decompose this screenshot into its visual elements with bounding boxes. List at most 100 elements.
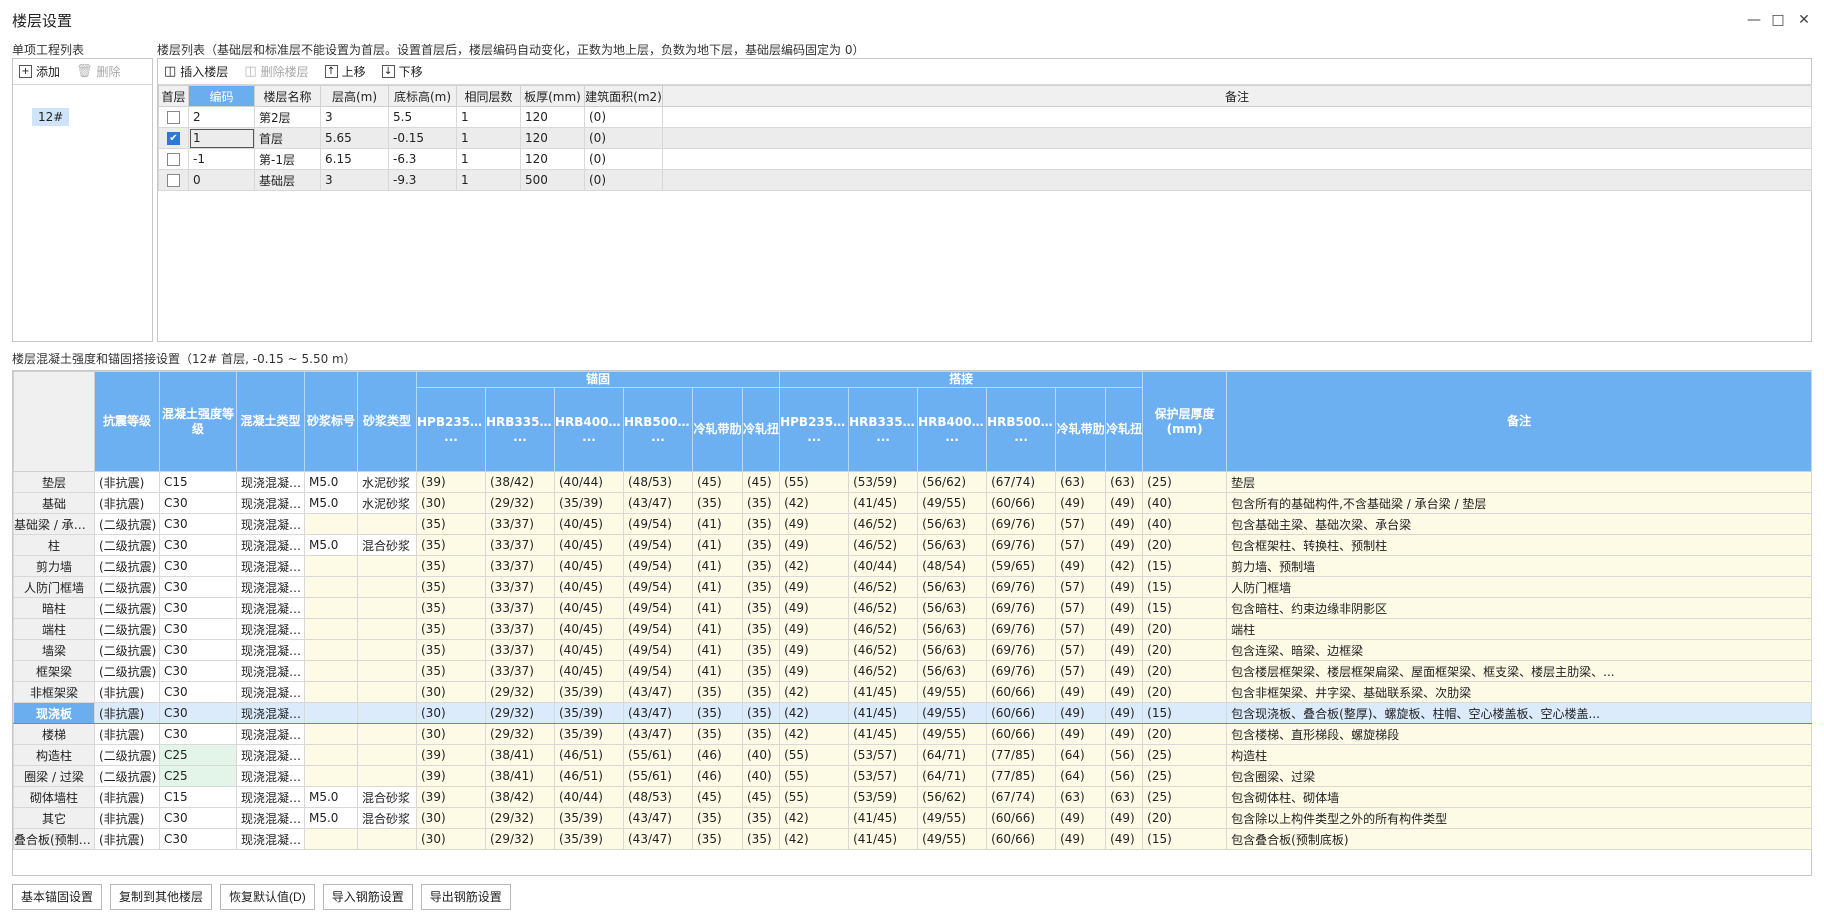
restore-defaults-button[interactable]: 恢复默认值(D) — [220, 884, 315, 910]
anchor-value-cell[interactable]: (35) — [692, 723, 743, 745]
lap-value-cell[interactable]: (49) — [1105, 723, 1144, 745]
anchor-value-cell[interactable]: (35) — [416, 639, 486, 661]
anchor-value-cell[interactable]: (46/51) — [554, 744, 624, 766]
lap-value-cell[interactable]: (49/55) — [917, 681, 988, 703]
component-name-cell[interactable]: 框架梁 — [13, 660, 95, 682]
floor-bottom-cell[interactable]: -9.3 — [388, 169, 457, 191]
mortar-grade-cell[interactable] — [304, 513, 358, 535]
floor-slab-cell[interactable]: 500 — [520, 169, 585, 191]
note-cell[interactable]: 包含楼梯、直形梯段、螺旋梯段 — [1226, 723, 1813, 745]
seismic-cell[interactable]: (二级抗震) — [94, 765, 160, 787]
mortar-grade-cell[interactable] — [304, 765, 358, 787]
cover-cell[interactable]: (20) — [1142, 807, 1228, 829]
lap-value-cell[interactable]: (41/45) — [848, 828, 919, 850]
floor-bottom-cell[interactable]: -6.3 — [388, 148, 457, 170]
anchor-value-cell[interactable]: (45) — [741, 471, 781, 493]
concrete-row[interactable]: 基础(非抗震)C30现浇混凝土...M5.0水泥砂浆(30)(29/32)(35… — [13, 492, 1813, 514]
lap-value-cell[interactable]: (49/55) — [917, 828, 988, 850]
concrete-row[interactable]: 柱(二级抗震)C30现浇混凝土...M5.0混合砂浆(35)(33/37)(40… — [13, 534, 1813, 556]
lap-value-cell[interactable]: (46/52) — [848, 618, 919, 640]
lap-value-cell[interactable]: (41/45) — [848, 807, 919, 829]
lap-value-cell[interactable]: (57) — [1055, 513, 1107, 535]
anchor-value-cell[interactable]: (49/54) — [623, 513, 693, 535]
mortar-grade-cell[interactable] — [304, 828, 358, 850]
ctype-col-header[interactable]: 混凝土类型 — [236, 371, 305, 472]
concrete-row[interactable]: 其它(非抗震)C30现浇混凝土...M5.0混合砂浆(30)(29/32)(35… — [13, 807, 1813, 829]
anchor-value-cell[interactable]: (35) — [741, 639, 781, 661]
anchor-value-cell[interactable]: (35) — [741, 723, 781, 745]
anchor-bar-col-header[interactable]: HPB235(A) ... — [416, 387, 486, 472]
anchor-value-cell[interactable]: (33/37) — [485, 555, 555, 577]
anchor-value-cell[interactable]: (35) — [741, 660, 781, 682]
lap-value-cell[interactable]: (49/55) — [917, 492, 988, 514]
mortar-type-cell[interactable] — [357, 765, 417, 787]
lap-value-cell[interactable]: (49) — [1105, 702, 1144, 724]
note-cell[interactable]: 包含框架柱、转换柱、预制柱 — [1226, 534, 1813, 556]
anchor-value-cell[interactable]: (43/47) — [623, 681, 693, 703]
lap-value-cell[interactable]: (49) — [1105, 681, 1144, 703]
anchor-value-cell[interactable]: (30) — [416, 828, 486, 850]
note-cell[interactable]: 包含所有的基础构件,不含基础梁 / 承台梁 / 垫层 — [1226, 492, 1813, 514]
seismic-cell[interactable]: (非抗震) — [94, 828, 160, 850]
lap-value-cell[interactable]: (49) — [1105, 639, 1144, 661]
lap-value-cell[interactable]: (56/63) — [917, 513, 988, 535]
lap-value-cell[interactable]: (56/62) — [917, 786, 988, 808]
anchor-value-cell[interactable]: (45) — [692, 786, 743, 808]
floor-height-cell[interactable]: 3 — [320, 169, 389, 191]
first-floor-checkbox[interactable] — [167, 174, 180, 187]
anchor-value-cell[interactable]: (35) — [692, 681, 743, 703]
mortar-type-cell[interactable] — [357, 723, 417, 745]
anchor-value-cell[interactable]: (35/39) — [554, 492, 624, 514]
lap-value-cell[interactable]: (63) — [1055, 786, 1107, 808]
lap-value-cell[interactable]: (49) — [1055, 492, 1107, 514]
note-cell[interactable]: 包含砌体柱、砌体墙 — [1226, 786, 1813, 808]
seismic-cell[interactable]: (非抗震) — [94, 786, 160, 808]
mortar-grade-cell[interactable] — [304, 681, 358, 703]
floor-name-cell[interactable]: 基础层 — [254, 169, 321, 191]
floor-col-header[interactable]: 备注 — [662, 85, 1812, 107]
floor-height-cell[interactable]: 6.15 — [320, 148, 389, 170]
anchor-value-cell[interactable]: (35/39) — [554, 723, 624, 745]
lap-value-cell[interactable]: (46/52) — [848, 576, 919, 598]
component-name-cell[interactable]: 现浇板 — [13, 702, 95, 724]
mortar-grade-cell[interactable] — [304, 639, 358, 661]
lap-value-cell[interactable]: (49) — [779, 534, 850, 556]
lap-value-cell[interactable]: (49) — [1105, 492, 1144, 514]
lap-value-cell[interactable]: (42) — [1105, 555, 1144, 577]
concrete-type-cell[interactable]: 现浇混凝土... — [236, 618, 305, 640]
floor-slab-cell[interactable]: 120 — [520, 106, 585, 128]
floor-height-cell[interactable]: 5.65 — [320, 127, 389, 149]
lap-value-cell[interactable]: (49) — [1105, 576, 1144, 598]
lap-value-cell[interactable]: (40/44) — [848, 555, 919, 577]
concrete-type-cell[interactable]: 现浇混凝土... — [236, 660, 305, 682]
concrete-type-cell[interactable]: 现浇混凝土... — [236, 534, 305, 556]
export-rebar-settings-button[interactable]: 导出钢筋设置 — [420, 884, 511, 910]
lap-value-cell[interactable]: (49) — [779, 513, 850, 535]
mortar-type-cell[interactable] — [357, 744, 417, 766]
grade-cell[interactable]: C30 — [159, 555, 237, 577]
anchor-value-cell[interactable]: (49/54) — [623, 555, 693, 577]
anchor-value-cell[interactable]: (33/37) — [485, 534, 555, 556]
lap-value-cell[interactable]: (64/71) — [917, 765, 988, 787]
seismic-cell[interactable]: (二级抗震) — [94, 618, 160, 640]
grade-cell[interactable]: C30 — [159, 618, 237, 640]
basic-anchor-settings-button[interactable]: 基本锚固设置 — [12, 884, 103, 910]
mortar-grade-cell[interactable] — [304, 555, 358, 577]
anchor-value-cell[interactable]: (45) — [741, 786, 781, 808]
anchor-value-cell[interactable]: (41) — [692, 618, 743, 640]
floor-name-cell[interactable]: 第2层 — [254, 106, 321, 128]
mortar-type-cell[interactable] — [357, 639, 417, 661]
anchor-value-cell[interactable]: (55/61) — [623, 765, 693, 787]
note-cell[interactable]: 包含叠合板(预制底板) — [1226, 828, 1813, 850]
lap-value-cell[interactable]: (56) — [1105, 765, 1144, 787]
mortar-type-cell[interactable]: 混合砂浆 — [357, 786, 417, 808]
lap-value-cell[interactable]: (49/55) — [917, 807, 988, 829]
grade-cell[interactable]: C30 — [159, 492, 237, 514]
floor-slab-cell[interactable]: 120 — [520, 148, 585, 170]
lap-value-cell[interactable]: (55) — [779, 471, 850, 493]
cover-cell[interactable]: (20) — [1142, 681, 1228, 703]
grade-cell[interactable]: C15 — [159, 471, 237, 493]
anchor-value-cell[interactable]: (35) — [416, 660, 486, 682]
cover-cell[interactable]: (25) — [1142, 744, 1228, 766]
mortar-type-cell[interactable]: 水泥砂浆 — [357, 471, 417, 493]
